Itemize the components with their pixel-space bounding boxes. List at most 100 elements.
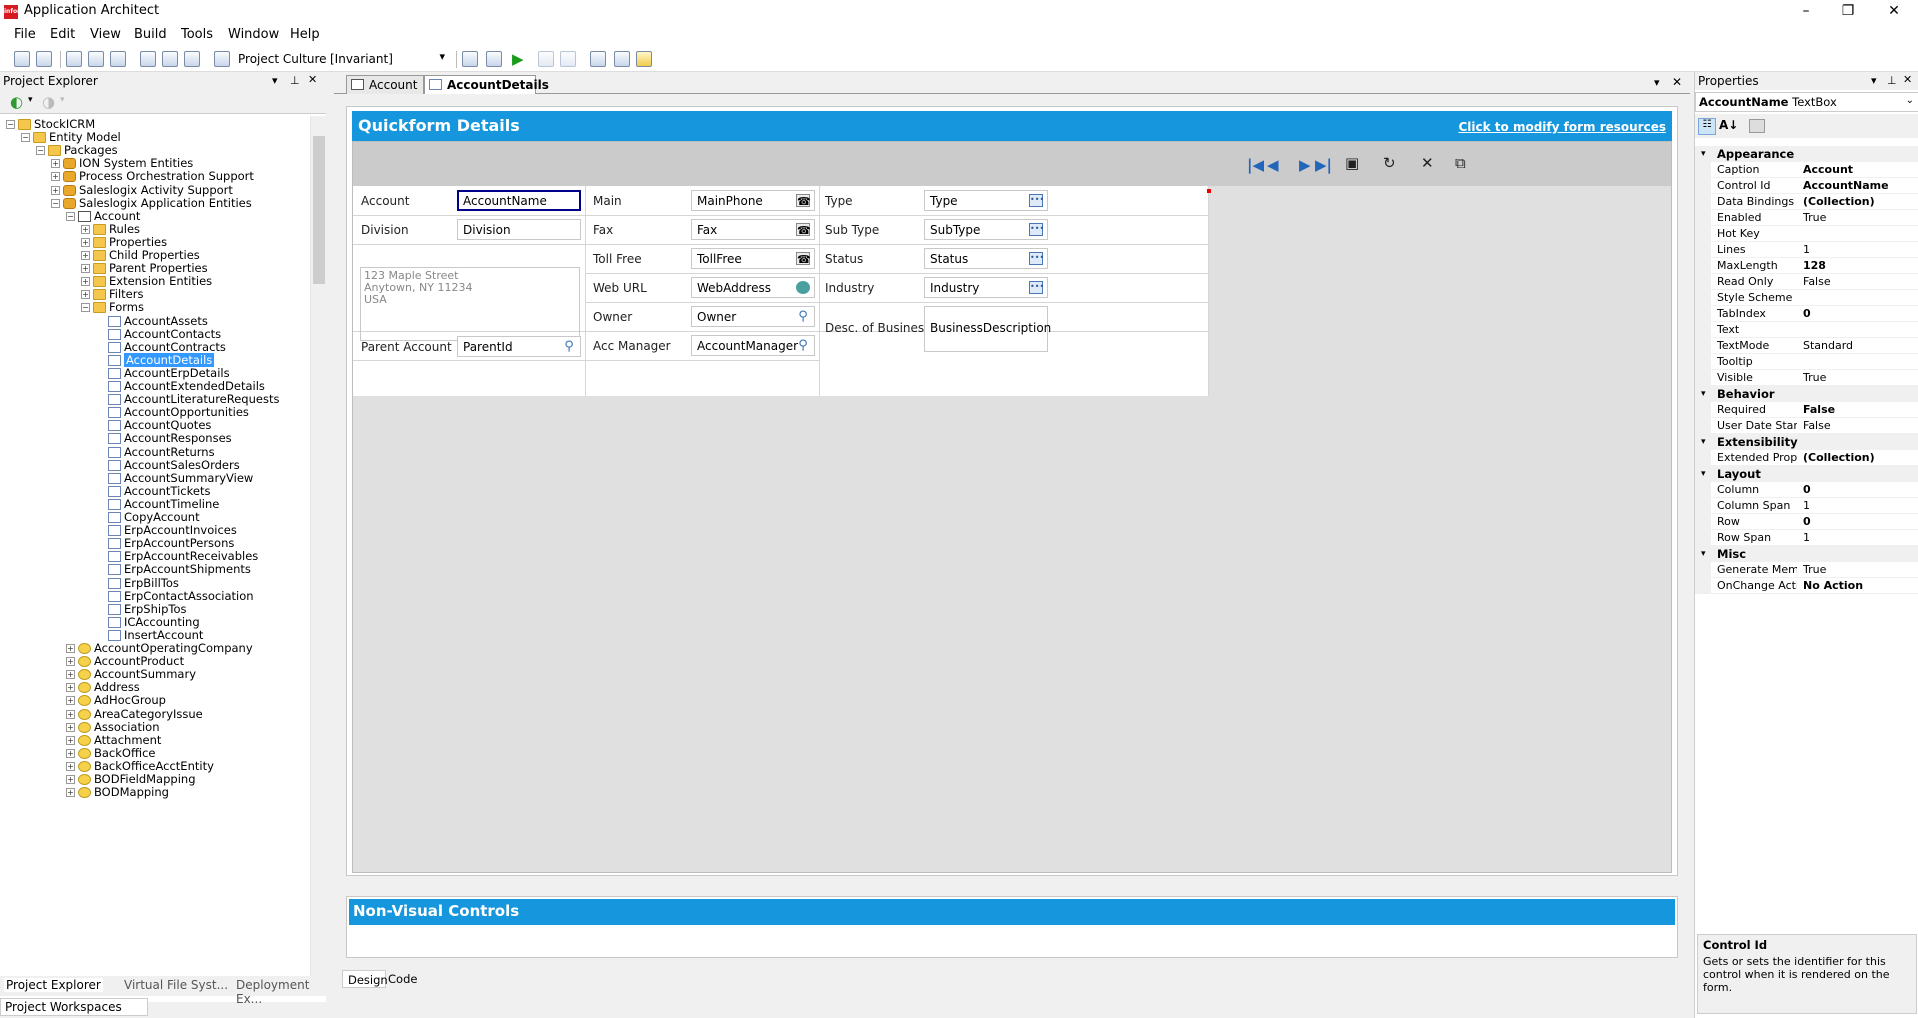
object-selector[interactable]: AccountName TextBox ⌄ bbox=[1695, 92, 1918, 112]
property-value[interactable]: True bbox=[1803, 562, 1826, 578]
field-parentid-input[interactable]: ParentId ⚲ bbox=[457, 336, 581, 357]
property-row[interactable]: Read Only False bbox=[1695, 274, 1918, 290]
expand-toggle-icon[interactable]: + bbox=[81, 290, 90, 300]
property-row[interactable]: Column Span 1 bbox=[1695, 498, 1918, 514]
menu-edit[interactable]: Edit bbox=[50, 27, 75, 42]
expand-toggle-icon[interactable]: + bbox=[66, 735, 75, 745]
property-row[interactable]: Lines 1 bbox=[1695, 242, 1918, 258]
property-row[interactable]: Required False bbox=[1695, 402, 1918, 418]
tree-item[interactable]: + BODMapping bbox=[66, 784, 169, 800]
field-status-input[interactable]: Status ••• bbox=[924, 248, 1048, 269]
expand-toggle-icon[interactable]: − bbox=[21, 133, 30, 143]
expand-toggle-icon[interactable]: + bbox=[66, 644, 75, 653]
tab-design[interactable]: Design bbox=[342, 970, 388, 988]
cut-icon[interactable] bbox=[66, 51, 82, 67]
close-document-icon[interactable]: ✕ bbox=[1672, 75, 1682, 89]
property-row[interactable]: TabIndex 0 bbox=[1695, 306, 1918, 322]
property-row[interactable]: TextMode Standard bbox=[1695, 338, 1918, 354]
address-block[interactable]: 123 Maple Street Anytown, NY 11234 USA bbox=[360, 267, 580, 341]
expand-toggle-icon[interactable]: + bbox=[66, 748, 75, 758]
document-icon[interactable] bbox=[162, 51, 178, 67]
phone-icon[interactable]: ☎ bbox=[796, 223, 811, 237]
save-record-icon[interactable]: ▣ bbox=[1345, 154, 1359, 172]
save-all-icon[interactable] bbox=[36, 51, 52, 67]
deploy-icon[interactable] bbox=[538, 51, 554, 67]
alphabetical-icon[interactable]: A↓ bbox=[1719, 118, 1738, 132]
tab-code[interactable]: Code bbox=[388, 972, 417, 986]
property-row[interactable]: Generate Memb True bbox=[1695, 562, 1918, 578]
close-icon[interactable]: ✕ bbox=[1884, 2, 1904, 22]
property-row[interactable]: Control Id AccountName bbox=[1695, 178, 1918, 194]
menu-window[interactable]: Window bbox=[228, 27, 279, 42]
culture-select[interactable]: [Invariant] bbox=[326, 49, 450, 68]
forward-icon[interactable]: ◑ bbox=[42, 93, 55, 111]
expand-toggle-icon[interactable]: + bbox=[66, 788, 75, 798]
property-value[interactable]: Account bbox=[1803, 162, 1853, 178]
property-value[interactable]: 1 bbox=[1803, 242, 1810, 258]
expand-toggle-icon[interactable]: + bbox=[81, 277, 90, 287]
collapse-icon[interactable]: ▾ bbox=[1701, 146, 1706, 162]
expand-toggle-icon[interactable]: + bbox=[66, 657, 75, 667]
expand-toggle-icon[interactable]: + bbox=[66, 775, 75, 784]
first-record-icon[interactable]: |◀ bbox=[1247, 156, 1264, 174]
build-icon[interactable] bbox=[462, 51, 478, 67]
ellipsis-icon[interactable]: ••• bbox=[1029, 194, 1044, 207]
menu-build[interactable]: Build bbox=[134, 27, 167, 42]
field-mainphone-input[interactable]: MainPhone ☎ bbox=[691, 190, 815, 211]
copy-icon[interactable] bbox=[88, 51, 104, 67]
panel-close-icon[interactable]: ✕ bbox=[1903, 73, 1912, 86]
pin-icon[interactable]: ⊥ bbox=[290, 74, 300, 87]
expand-toggle-icon[interactable]: + bbox=[66, 670, 75, 680]
field-fax-input[interactable]: Fax ☎ bbox=[691, 219, 815, 240]
globe-icon[interactable] bbox=[214, 51, 230, 67]
property-value[interactable]: AccountName bbox=[1803, 178, 1889, 194]
panel-dropdown-icon[interactable]: ▾ bbox=[1871, 74, 1877, 87]
property-row[interactable]: Text bbox=[1695, 322, 1918, 338]
previous-record-icon[interactable]: ◀ bbox=[1267, 156, 1279, 174]
property-category[interactable]: ▾ Extensibility bbox=[1695, 434, 1918, 450]
property-row[interactable]: Row Span 1 bbox=[1695, 530, 1918, 546]
property-category[interactable]: ▾ Behavior bbox=[1695, 386, 1918, 402]
tab-project-workspaces[interactable]: Project Workspaces bbox=[0, 998, 148, 1016]
field-tollfree-input[interactable]: TollFree ☎ bbox=[691, 248, 815, 269]
tree-vertical-scrollbar[interactable] bbox=[310, 116, 326, 976]
property-value[interactable]: False bbox=[1803, 274, 1831, 290]
tab-project-explorer[interactable]: Project Explorer bbox=[4, 978, 103, 992]
property-row[interactable]: Hot Key bbox=[1695, 226, 1918, 242]
pin-icon[interactable]: ⊥ bbox=[1887, 74, 1897, 87]
expand-toggle-icon[interactable]: + bbox=[81, 237, 90, 247]
modify-resources-link[interactable]: Click to modify form resources bbox=[1459, 120, 1667, 134]
expand-toggle-icon[interactable]: − bbox=[81, 303, 90, 313]
run-icon[interactable]: ▶ bbox=[512, 50, 524, 68]
field-accountmanager-input[interactable]: AccountManager ⚲ bbox=[691, 335, 815, 356]
property-row[interactable]: Caption Account bbox=[1695, 162, 1918, 178]
expand-toggle-icon[interactable]: − bbox=[36, 146, 45, 156]
ellipsis-icon[interactable]: ••• bbox=[1029, 281, 1044, 294]
phone-icon[interactable]: ☎ bbox=[796, 252, 811, 266]
collapse-icon[interactable]: ▾ bbox=[1701, 466, 1706, 482]
property-row[interactable]: Enabled True bbox=[1695, 210, 1918, 226]
search-icon[interactable]: ⚲ bbox=[796, 310, 810, 323]
categorized-icon[interactable]: ☷ bbox=[1698, 118, 1716, 135]
expand-toggle-icon[interactable]: + bbox=[81, 264, 90, 274]
field-industry-input[interactable]: Industry ••• bbox=[924, 277, 1048, 298]
property-value[interactable]: 1 bbox=[1803, 530, 1810, 546]
field-accountname-input[interactable]: AccountName bbox=[457, 190, 581, 211]
search-icon[interactable]: ⚲ bbox=[796, 339, 810, 352]
property-row[interactable]: Visible True bbox=[1695, 370, 1918, 386]
note-icon[interactable] bbox=[636, 51, 652, 67]
expand-toggle-icon[interactable]: + bbox=[66, 683, 75, 693]
expand-toggle-icon[interactable]: − bbox=[6, 120, 15, 129]
property-value[interactable]: 1 bbox=[1803, 498, 1810, 514]
panel-dropdown-icon[interactable]: ▾ bbox=[272, 74, 278, 87]
property-row[interactable]: Row 0 bbox=[1695, 514, 1918, 530]
property-value[interactable]: False bbox=[1803, 402, 1835, 418]
globe-icon[interactable] bbox=[796, 281, 810, 294]
field-division-input[interactable]: Division bbox=[457, 219, 581, 240]
tab-virtual-file-system[interactable]: Virtual File Syst... bbox=[124, 978, 228, 992]
deploy-all-icon[interactable] bbox=[560, 51, 576, 67]
property-row[interactable]: Tooltip bbox=[1695, 354, 1918, 370]
copy-record-icon[interactable]: ⧉ bbox=[1455, 154, 1466, 172]
property-value[interactable]: 0 bbox=[1803, 482, 1811, 498]
property-row[interactable]: Style Scheme bbox=[1695, 290, 1918, 306]
